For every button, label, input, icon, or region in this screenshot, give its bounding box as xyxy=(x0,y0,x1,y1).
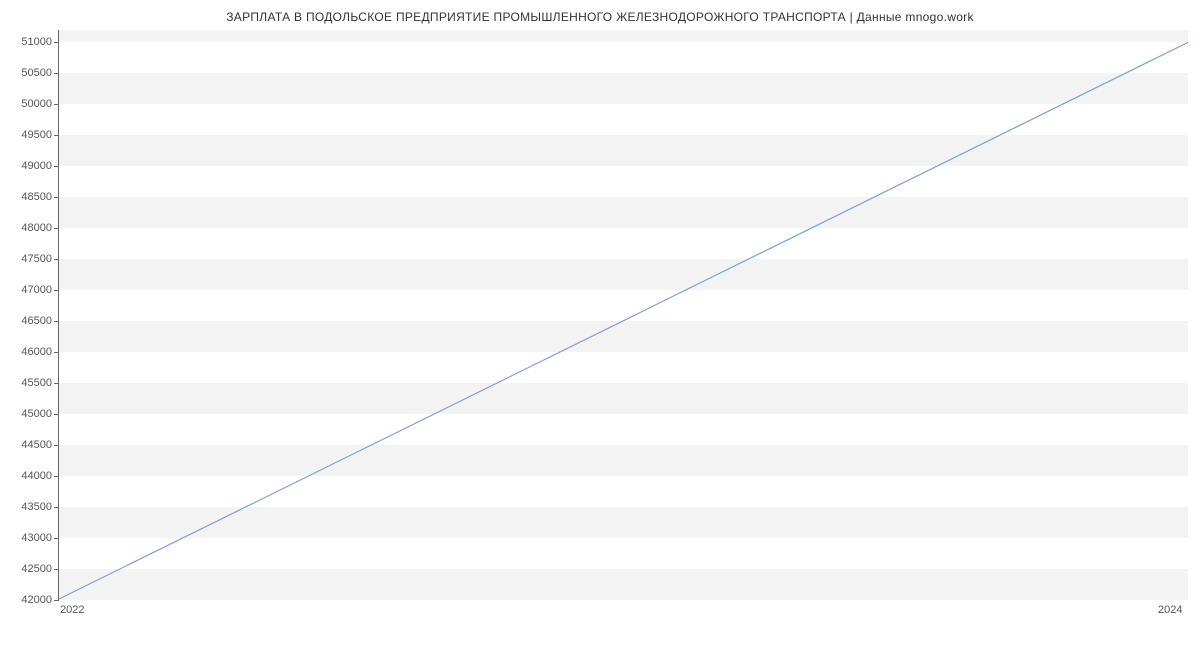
y-tick-label: 49500 xyxy=(4,129,52,141)
series-line xyxy=(59,42,1188,599)
y-tick-label: 50500 xyxy=(4,67,52,79)
y-tick-label: 44500 xyxy=(4,439,52,451)
y-tick-label: 45000 xyxy=(4,408,52,420)
x-tick-label: 2022 xyxy=(60,604,84,616)
y-tick-label: 45500 xyxy=(4,377,52,389)
y-tick-label: 46000 xyxy=(4,346,52,358)
y-tick-label: 43500 xyxy=(4,501,52,513)
series-svg xyxy=(59,30,1188,599)
y-tick-label: 48500 xyxy=(4,191,52,203)
x-tick-label: 2024 xyxy=(1158,604,1182,616)
y-tick-label: 47000 xyxy=(4,284,52,296)
y-tick-label: 48000 xyxy=(4,222,52,234)
y-tick-label: 46500 xyxy=(4,315,52,327)
y-tick-label: 49000 xyxy=(4,160,52,172)
y-tick xyxy=(54,600,59,601)
plot-frame xyxy=(58,30,1188,600)
y-tick-label: 44000 xyxy=(4,470,52,482)
y-tick-label: 47500 xyxy=(4,253,52,265)
y-tick-label: 42500 xyxy=(4,563,52,575)
plot-area xyxy=(58,30,1188,600)
y-tick-label: 43000 xyxy=(4,532,52,544)
y-tick-label: 50000 xyxy=(4,98,52,110)
y-tick-label: 42000 xyxy=(4,594,52,606)
y-tick-label: 51000 xyxy=(4,36,52,48)
chart-title: ЗАРПЛАТА В ПОДОЛЬСКОЕ ПРЕДПРИЯТИЕ ПРОМЫШ… xyxy=(0,10,1200,24)
